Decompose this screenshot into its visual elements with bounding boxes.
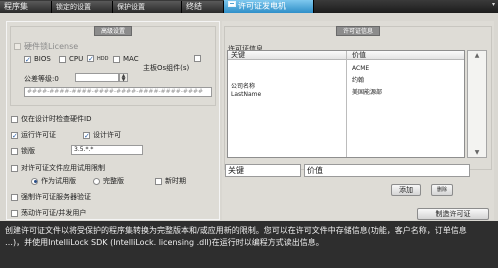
- checkbox-box[interactable]: [59, 55, 66, 63]
- checkbox-box[interactable]: ✓: [83, 131, 90, 139]
- help-text-bar: 创建许可证文件以将受保护的程序集转换为完整版本和/或应用新的限制。您可以在许可文…: [0, 221, 498, 268]
- host-os-checkbox[interactable]: [194, 55, 201, 62]
- trial-restrictions-label: 对许可证文件应用试用限制: [21, 164, 105, 172]
- checkbox-box[interactable]: [11, 209, 18, 217]
- as-trial-radio[interactable]: 作为试用版: [31, 176, 76, 186]
- tolerance-stepper[interactable]: ▲ ▼: [119, 73, 128, 83]
- design-license-checkbox[interactable]: ✓ 设计许可: [83, 130, 121, 140]
- tolerance-row: 公差等级:0: [24, 74, 59, 84]
- scroll-up-icon[interactable]: ▲: [470, 52, 484, 59]
- group-title: 许可证信息: [335, 26, 381, 36]
- tab-label: 保护设置: [117, 3, 145, 11]
- host-os-label: 主板Os组件(s): [143, 64, 190, 72]
- enforce-server-label: 强制许可证服务器验证: [21, 193, 91, 201]
- add-button[interactable]: 添加: [391, 184, 421, 196]
- host-os-label-row: 主板Os组件(s): [143, 63, 189, 73]
- checkbox-box[interactable]: ✓: [24, 55, 31, 63]
- tolerance-input[interactable]: [75, 73, 119, 82]
- tab-label: 许可证发电机: [238, 1, 286, 11]
- table-cell-value[interactable]: ACME: [352, 65, 369, 72]
- tab-locked-settings[interactable]: 锁定的设置: [52, 1, 113, 13]
- mac-checkbox[interactable]: MAC: [113, 55, 139, 63]
- tab-finalize[interactable]: 终结: [182, 1, 224, 13]
- help-text-line: 创建许可证文件以将受保护的程序集转换为完整版本和/或应用新的限制。您可以在许可文…: [5, 226, 467, 235]
- checkbox-box[interactable]: [11, 164, 18, 172]
- tab-assemblies[interactable]: 程序集: [0, 1, 52, 13]
- new-period-checkbox[interactable]: 新时期: [155, 176, 186, 186]
- license-options-panel: 高级设置 硬件锁License ✓ BIOS CPU ✓ HDD MAC 主板O…: [6, 21, 220, 220]
- floating-license-label: 荡动许可证/并发用户: [21, 209, 87, 217]
- lock-version-input[interactable]: 3.5.*.*: [71, 145, 143, 155]
- runtime-license-label: 运行许可证: [21, 131, 56, 139]
- license-info-panel: 许可证信息 许可证信息 关键 价值 ACME 公司名称 约翰 LastName …: [222, 21, 494, 220]
- as-trial-label: 作为试用版: [41, 177, 76, 185]
- hardware-lock-label: 硬件锁License: [24, 42, 79, 51]
- new-period-label: 新时期: [165, 177, 186, 185]
- runtime-license-checkbox[interactable]: ✓ 运行许可证: [11, 130, 56, 140]
- hdd-label: HDD: [97, 55, 109, 62]
- trial-restrictions-checkbox[interactable]: 对许可证文件应用试用限制: [11, 163, 105, 173]
- tab-label: 终结: [186, 2, 202, 11]
- column-value-header[interactable]: 价值: [352, 51, 366, 60]
- group-title: 高级设置: [93, 26, 133, 36]
- key-input[interactable]: 关键: [225, 164, 301, 177]
- full-version-radio[interactable]: 完整版: [93, 176, 124, 186]
- full-version-label: 完整版: [103, 177, 124, 185]
- checkbox-box[interactable]: [14, 43, 21, 50]
- table-scrollbar[interactable]: ▲ ▼: [467, 50, 487, 158]
- license-info-table[interactable]: 关键 价值 ACME 公司名称 约翰 LastName 美国能源部: [227, 50, 465, 158]
- license-generator-panel: 高级设置 硬件锁License ✓ BIOS CPU ✓ HDD MAC 主板O…: [0, 13, 498, 221]
- checkbox-box[interactable]: [11, 115, 18, 123]
- hdd-checkbox[interactable]: ✓ HDD: [87, 55, 109, 63]
- enforce-server-checkbox[interactable]: 强制许可证服务器验证: [11, 192, 91, 202]
- checkbox-box[interactable]: ✓: [87, 55, 94, 63]
- radio-dot[interactable]: [31, 177, 38, 185]
- scroll-down-icon[interactable]: ▼: [470, 149, 484, 156]
- check-hwid-design-checkbox[interactable]: 仅在设计时检查硬件ID: [11, 114, 91, 124]
- table-cell-key[interactable]: LastName: [231, 91, 261, 98]
- checkbox-box[interactable]: [11, 193, 18, 201]
- menu-icon[interactable]: ▾: [492, 1, 495, 8]
- tab-label: 锁定的设置: [56, 3, 91, 11]
- delete-button[interactable]: 删除: [431, 184, 453, 196]
- checkbox-box[interactable]: ✓: [11, 131, 18, 139]
- column-key-header[interactable]: 关键: [231, 51, 245, 60]
- generate-license-button[interactable]: 制造许可证: [417, 208, 489, 220]
- hardware-lock-checkbox[interactable]: 硬件锁License: [14, 41, 78, 52]
- hardware-id-input[interactable]: ####-####-####-####-####-####-####-####: [24, 87, 212, 97]
- table-cell-key[interactable]: 公司名称: [231, 81, 255, 90]
- table-cell-value[interactable]: 美国能源部: [352, 87, 382, 96]
- cpu-checkbox[interactable]: CPU: [59, 55, 83, 63]
- mac-label: MAC: [123, 55, 139, 63]
- radio-dot[interactable]: [93, 177, 100, 185]
- license-key-icon: [228, 0, 236, 12]
- value-input[interactable]: 价值: [304, 164, 470, 177]
- checkbox-box[interactable]: [155, 177, 162, 185]
- bios-label: BIOS: [34, 55, 51, 63]
- tab-protection-settings[interactable]: 保护设置: [113, 1, 182, 13]
- table-cell-value[interactable]: 约翰: [352, 75, 364, 84]
- bios-checkbox[interactable]: ✓ BIOS: [24, 55, 51, 63]
- lock-version-checkbox[interactable]: 锁版: [11, 146, 35, 156]
- tab-bar: 程序集 锁定的设置 保护设置 终结 许可证发电机 ▾: [0, 0, 498, 13]
- tab-license-generator[interactable]: 许可证发电机: [224, 0, 314, 13]
- tolerance-label: 公差等级:0: [24, 75, 59, 83]
- checkbox-box[interactable]: [113, 55, 120, 63]
- cpu-label: CPU: [69, 55, 84, 63]
- check-hwid-label: 仅在设计时检查硬件ID: [21, 115, 92, 123]
- help-text-line: …)，并使用IntelliLock SDK (IntelliLock. lice…: [5, 238, 324, 247]
- floating-license-checkbox[interactable]: 荡动许可证/并发用户: [11, 208, 86, 218]
- checkbox-box[interactable]: [11, 147, 18, 155]
- hardware-lock-group: 高级设置 硬件锁License ✓ BIOS CPU ✓ HDD MAC 主板O…: [10, 26, 216, 106]
- design-license-label: 设计许可: [93, 131, 121, 139]
- lock-version-label: 锁版: [21, 147, 35, 155]
- column-divider: [346, 51, 347, 157]
- tab-label: 程序集: [4, 2, 28, 11]
